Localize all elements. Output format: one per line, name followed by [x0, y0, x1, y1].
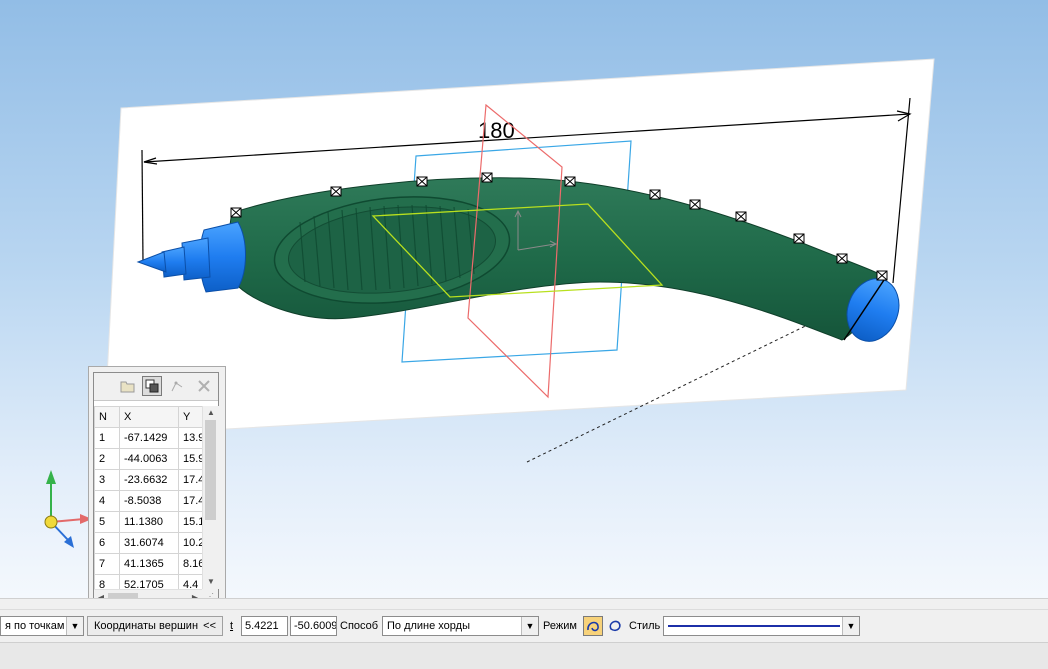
closed-curve-mode-button[interactable] — [605, 616, 625, 636]
cell-y[interactable]: 13.9 — [178, 427, 203, 449]
cell-n: 4 — [94, 490, 120, 512]
cell-x[interactable]: -23.6632 — [119, 469, 179, 491]
chevron-down-icon[interactable]: ▼ — [521, 617, 538, 635]
scroll-left-icon[interactable]: ◀ — [94, 590, 108, 598]
method-value: По длине хорды — [387, 620, 470, 632]
table-row[interactable]: 7 41.1365 8.16 — [94, 553, 203, 575]
t-field[interactable]: 5.4221 — [241, 616, 288, 636]
chevron-down-icon[interactable]: ▼ — [66, 617, 83, 635]
mode-label: Режим — [543, 620, 577, 632]
cell-n: 5 — [94, 511, 120, 533]
spline-vertex — [735, 211, 747, 222]
cell-x[interactable]: -67.1429 — [119, 427, 179, 449]
spline-vertex — [330, 186, 342, 197]
xyz-axis-triad-icon — [44, 470, 92, 548]
column-header-n[interactable]: N — [94, 406, 120, 428]
cell-n: 6 — [94, 532, 120, 554]
table-row[interactable]: 3 -23.6632 17.4 — [94, 469, 203, 491]
spline-vertex — [793, 233, 805, 244]
line-style-preview — [668, 625, 840, 627]
horizontal-scrollbar[interactable]: ◀ ▶ — [94, 589, 202, 598]
cell-x[interactable]: 11.1380 — [119, 511, 179, 533]
resize-grip-icon[interactable]: ⋰ — [202, 589, 218, 598]
table-row[interactable]: 6 31.6074 10.2 — [94, 532, 203, 554]
column-header-x[interactable]: X — [119, 406, 179, 428]
copy-points-icon[interactable] — [142, 376, 162, 396]
status-bar — [0, 642, 1048, 669]
cell-x[interactable]: 41.1365 — [119, 553, 179, 575]
tab-label: Координаты вершин — [94, 620, 199, 632]
cell-n: 1 — [94, 427, 120, 449]
scroll-right-icon[interactable]: ▶ — [188, 590, 202, 598]
cell-y[interactable]: 8.16 — [178, 553, 203, 575]
vertex-coordinates-panel: N X Y 1 -67.1429 13.9 2 -44.0063 15.9 3 -23.6… — [88, 366, 226, 598]
line-style-select[interactable]: ▼ — [663, 616, 860, 636]
vertical-scrollbar[interactable]: ▲ ▼ — [202, 406, 219, 589]
method-label: Способ — [340, 620, 379, 632]
chevron-down-icon[interactable]: ▼ — [842, 617, 859, 635]
cell-y[interactable]: 17.4 — [178, 490, 203, 512]
spline-vertex — [230, 207, 242, 218]
open-curve-icon — [587, 621, 599, 632]
cell-y[interactable]: 10.2 — [178, 532, 203, 554]
spline-vertex — [649, 189, 661, 200]
build-mode-value: я по точкам — [5, 620, 65, 632]
spline-vertex — [876, 270, 888, 281]
cell-x[interactable]: -8.5038 — [119, 490, 179, 512]
vertex-table[interactable]: N X Y 1 -67.1429 13.9 2 -44.0063 15.9 3 -23.6… — [94, 406, 203, 596]
cell-y[interactable]: 15.1 — [178, 511, 203, 533]
open-folder-icon[interactable] — [118, 376, 138, 396]
property-bar: я по точкам ▼ Координаты вершин << t 5.4… — [0, 598, 1048, 643]
style-label: Стиль — [629, 620, 661, 632]
spline-vertex — [481, 172, 493, 183]
closed-curve-icon — [609, 620, 621, 632]
3d-viewport[interactable]: 180 N X Y 1 -67.1429 13.9 2 -44.0063 15.… — [0, 0, 1048, 598]
table-row[interactable]: 2 -44.0063 15.9 — [94, 448, 203, 470]
t-field-2[interactable]: -50.6009 — [290, 616, 337, 636]
open-curve-mode-button[interactable] — [583, 616, 603, 636]
collapse-button[interactable]: << — [203, 617, 216, 635]
cell-n: 3 — [94, 469, 120, 491]
delete-icon[interactable] — [194, 376, 214, 396]
cell-x[interactable]: -44.0063 — [119, 448, 179, 470]
property-bar-top-strip — [0, 599, 1048, 610]
spline-vertex — [689, 199, 701, 210]
add-vertex-icon[interactable] — [168, 376, 188, 396]
t-label: t — [230, 620, 234, 632]
spline-vertex — [836, 253, 848, 264]
vertex-table-frame: N X Y 1 -67.1429 13.9 2 -44.0063 15.9 3 -23.6… — [93, 372, 219, 598]
scroll-up-icon[interactable]: ▲ — [203, 406, 219, 420]
table-header-row: N X Y — [94, 406, 203, 428]
cell-n: 7 — [94, 553, 120, 575]
cell-y[interactable]: 15.9 — [178, 448, 203, 470]
column-header-y[interactable]: Y — [178, 406, 203, 428]
spline-vertex — [564, 176, 576, 187]
cell-n: 2 — [94, 448, 120, 470]
table-row[interactable]: 5 11.1380 15.1 — [94, 511, 203, 533]
build-mode-select[interactable]: я по точкам ▼ — [0, 616, 84, 636]
table-row[interactable]: 1 -67.1429 13.9 — [94, 427, 203, 449]
tab-vertex-coordinates[interactable]: Координаты вершин << — [87, 616, 223, 636]
panel-toolbar — [94, 373, 218, 401]
scroll-thumb[interactable] — [205, 420, 216, 520]
table-row[interactable]: 4 -8.5038 17.4 — [94, 490, 203, 512]
spline-vertex — [416, 176, 428, 187]
method-select[interactable]: По длине хорды ▼ — [382, 616, 539, 636]
cell-x[interactable]: 31.6074 — [119, 532, 179, 554]
scroll-down-icon[interactable]: ▼ — [203, 575, 219, 589]
cell-y[interactable]: 17.4 — [178, 469, 203, 491]
